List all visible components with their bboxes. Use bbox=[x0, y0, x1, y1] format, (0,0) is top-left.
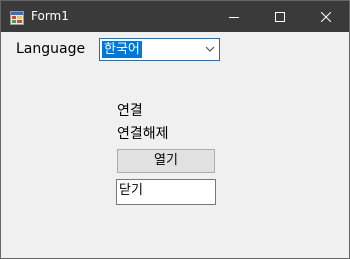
chevron-down-icon[interactable] bbox=[205, 46, 215, 53]
language-combobox[interactable]: 한국어 bbox=[99, 38, 220, 61]
title-bar[interactable]: Form1 bbox=[1, 1, 349, 32]
app-icon bbox=[10, 10, 24, 25]
open-button[interactable]: 열기 bbox=[117, 149, 215, 173]
maximize-button[interactable] bbox=[257, 1, 303, 32]
language-selected-value: 한국어 bbox=[102, 41, 142, 58]
minimize-button[interactable] bbox=[211, 1, 257, 32]
close-icon bbox=[321, 11, 331, 22]
close-button[interactable] bbox=[303, 1, 349, 32]
maximize-icon bbox=[275, 11, 285, 22]
minimize-icon bbox=[229, 16, 239, 18]
window-title: Form1 bbox=[31, 9, 69, 23]
close-textbox[interactable]: 닫기 bbox=[116, 179, 216, 205]
app-window: Form1 Language 한국어 연결 연결해제 열기 닫기 bbox=[0, 0, 350, 259]
connect-label[interactable]: 연결 bbox=[117, 102, 143, 120]
disconnect-label[interactable]: 연결해제 bbox=[117, 125, 169, 143]
language-label: Language bbox=[16, 41, 86, 57]
window-controls bbox=[211, 1, 349, 32]
